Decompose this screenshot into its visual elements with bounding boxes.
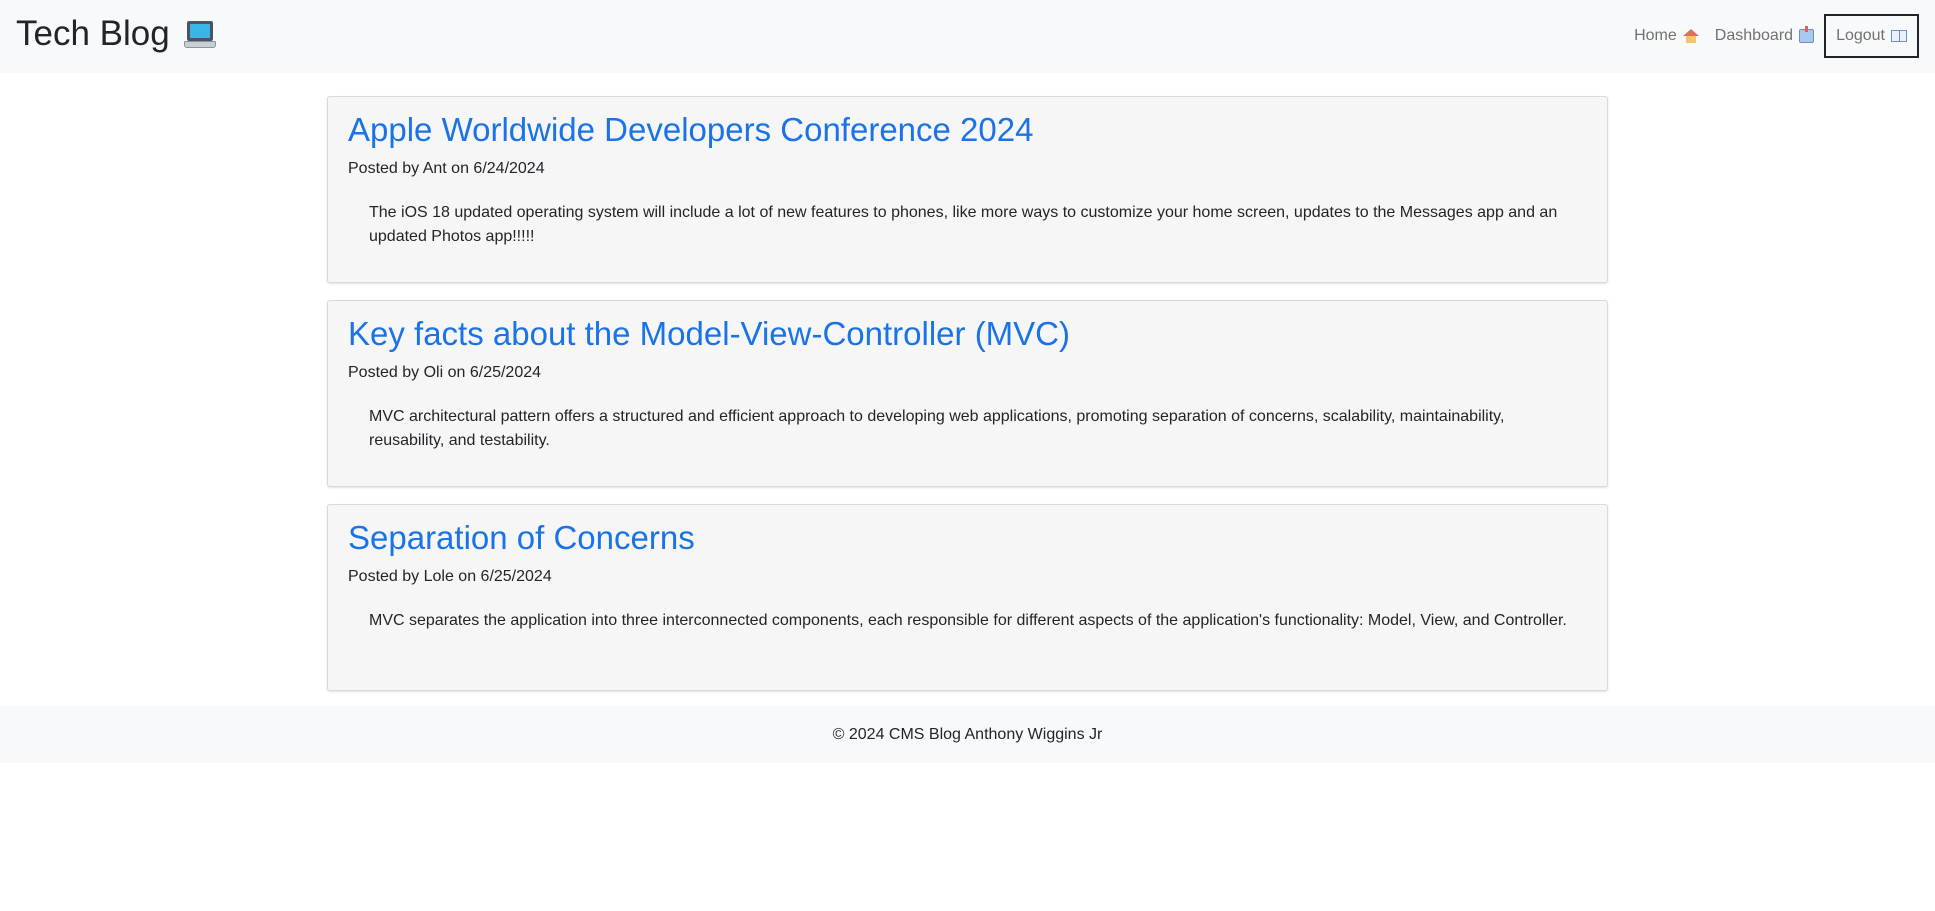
post-card: Separation of Concerns Posted by Lole on… [327,504,1608,691]
post-meta: Posted by Ant on 6/24/2024 [348,160,545,177]
post-meta: Posted by Oli on 6/25/2024 [348,364,542,381]
brand-title: Tech Blog [16,14,170,53]
post-card: Key facts about the Model-View-Controlle… [327,300,1608,487]
house-icon [1682,29,1699,43]
post-title-link[interactable]: Separation of Concerns [348,518,1587,558]
nav-home-link[interactable]: Home [1626,27,1707,45]
nav-dashboard-label: Dashboard [1714,27,1794,44]
post-meta: Posted by Lole on 6/25/2024 [348,568,552,585]
open-book-icon [1891,30,1907,42]
nav-links: Home Dashboard Logout [1626,14,1919,58]
post-body: MVC architectural pattern offers a struc… [369,408,1505,449]
post-title-link[interactable]: Key facts about the Model-View-Controlle… [348,314,1587,354]
post-body: MVC separates the application into three… [369,612,1567,629]
footer: © 2024 CMS Blog Anthony Wiggins Jr [0,706,1935,763]
brand-link[interactable]: Tech Blog [16,12,216,56]
nav-dashboard-link[interactable]: Dashboard [1707,26,1822,45]
post-title-link[interactable]: Apple Worldwide Developers Conference 20… [348,110,1587,150]
logout-button[interactable]: Logout [1824,14,1919,58]
navbar: Tech Blog Home Dashboard Logout [0,0,1935,73]
laptop-icon [183,21,216,49]
nav-home-label: Home [1634,27,1677,44]
posts-list: Apple Worldwide Developers Conference 20… [327,96,1608,708]
post-card: Apple Worldwide Developers Conference 20… [327,96,1608,283]
footer-text: © 2024 CMS Blog Anthony Wiggins Jr [832,726,1103,743]
post-body: The iOS 18 updated operating system will… [369,204,1558,245]
logout-label: Logout [1836,27,1885,44]
inbox-tray-icon [1799,26,1815,43]
